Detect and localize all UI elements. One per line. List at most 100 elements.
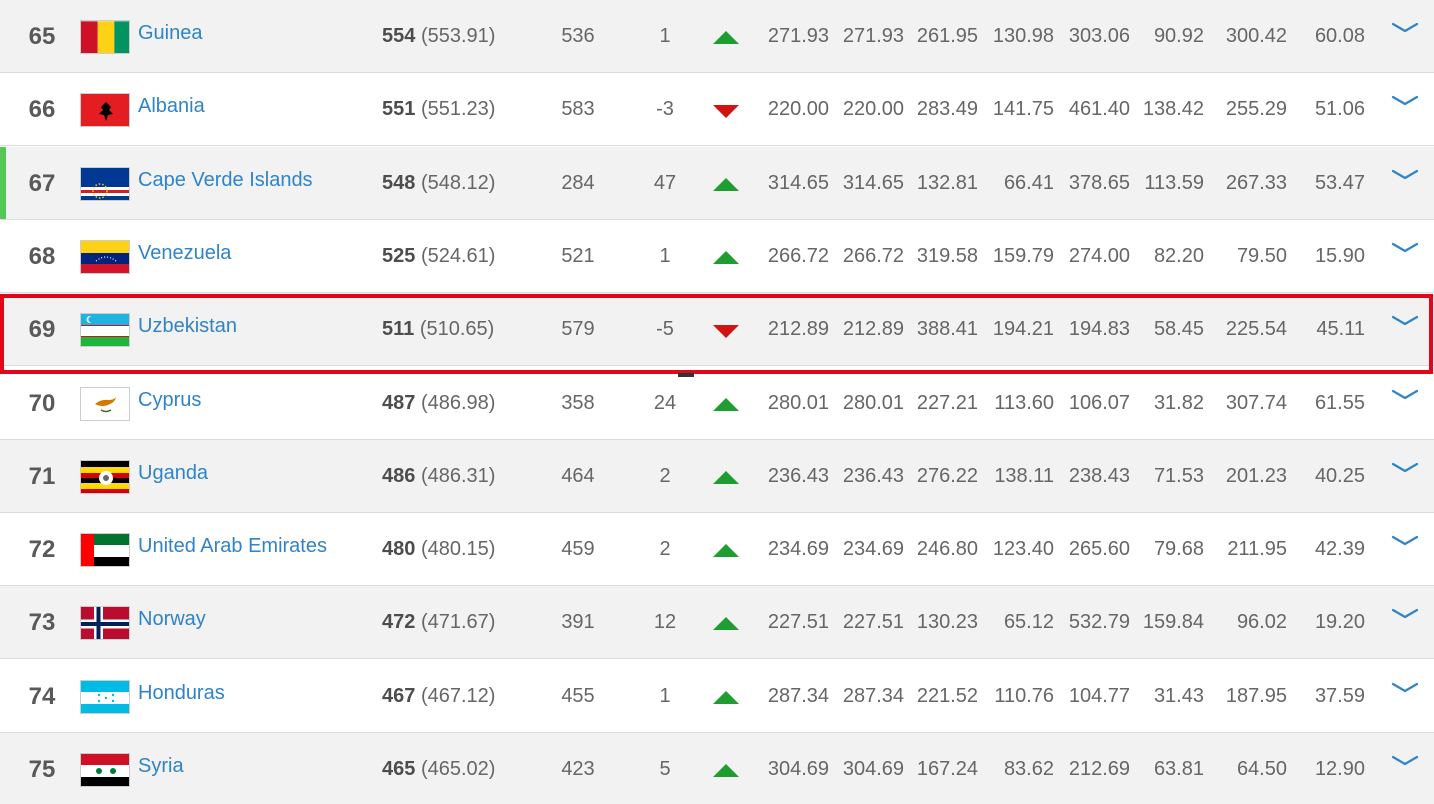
stat-value: 194.21 [992, 318, 1054, 341]
arrow-up-icon [713, 544, 739, 558]
stat-value: 267.33 [1225, 171, 1287, 194]
team-link[interactable]: Uganda [138, 437, 208, 510]
stat-value: 130.23 [916, 611, 978, 634]
flag-icon [80, 606, 130, 641]
stat-value: 227.51 [767, 611, 829, 634]
previous-points: 464 [561, 464, 595, 487]
chevron-down-icon[interactable] [1390, 18, 1420, 38]
previous-points: 579 [561, 318, 595, 341]
table-row[interactable]: 72 United Arab Emirates 480 (480.15) 459 2 23… [0, 510, 1434, 587]
stat-value: 113.60 [994, 391, 1054, 414]
team-link[interactable]: United Arab Emirates [138, 510, 327, 583]
team-link[interactable]: Uzbekistan [138, 290, 237, 363]
arrow-down-icon [713, 105, 739, 119]
chevron-down-icon[interactable] [1390, 751, 1420, 771]
rank: 75 [28, 756, 56, 783]
stat-value: 64.50 [1236, 758, 1287, 780]
rank: 70 [28, 389, 56, 417]
team-link[interactable]: Cape Verde Islands [138, 144, 313, 217]
table-row[interactable]: 71 Uganda 486 (486.31) 464 2 236.43 236.43 276.… [0, 437, 1434, 513]
previous-points: 284 [561, 171, 595, 194]
stat-value: 234.69 [842, 538, 904, 561]
stat-value: 130.98 [992, 25, 1054, 47]
chevron-down-icon[interactable] [1390, 311, 1420, 331]
stat-value: 280.01 [842, 391, 904, 414]
rank-movement: 2 [659, 538, 671, 561]
rank: 69 [28, 316, 56, 344]
stat-value: 314.65 [767, 171, 829, 194]
table-row[interactable]: 70 Cyprus 487 (486.98) 358 24 280.01 280.01 227… [0, 364, 1434, 440]
stat-value: 42.39 [1314, 538, 1365, 561]
team-link[interactable]: Honduras [138, 657, 225, 730]
arrow-up-icon [713, 764, 739, 777]
team-link[interactable]: Cyprus [138, 364, 201, 437]
flag-icon [80, 459, 130, 494]
table-row[interactable]: 68 Venezuela 525 (524.61) 521 1 266.72 266.72 3… [0, 217, 1434, 293]
chevron-down-icon[interactable] [1390, 165, 1420, 185]
stat-value: 227.51 [842, 611, 904, 634]
stat-value: 461.40 [1068, 98, 1130, 121]
chevron-down-icon[interactable] [1390, 385, 1420, 405]
chevron-down-icon[interactable] [1390, 91, 1420, 111]
table-row[interactable]: 75 Syria 465 (465.02) 423 5 304.69 304.69 167.2… [0, 733, 1434, 804]
team-link[interactable]: Guinea [138, 0, 203, 70]
rank-movement: 1 [659, 684, 671, 707]
points-exact: (480.15) [420, 538, 496, 561]
chevron-down-icon[interactable] [1390, 531, 1420, 551]
rank: 74 [28, 682, 56, 710]
stat-value: 246.80 [916, 538, 978, 561]
previous-points: 423 [561, 758, 595, 780]
stat-value: 212.69 [1068, 758, 1130, 780]
points-exact: (510.65) [419, 318, 495, 341]
total-points: 511 (510.65) [382, 293, 494, 366]
table-row[interactable]: 74 Honduras 467 (467.12) 455 1 287.34 287.34 22… [0, 657, 1434, 733]
table-row[interactable]: 65 Guinea 554 (553.91) 536 1 271.93 271.93 261.… [0, 0, 1434, 73]
chevron-down-icon[interactable] [1390, 678, 1420, 698]
total-points: 467 (467.12) [382, 660, 495, 733]
stat-value: 141.75 [992, 98, 1054, 121]
table-row[interactable]: 73 Norway 472 (471.67) 391 12 227.51 227.51 130… [0, 583, 1434, 660]
team-link[interactable]: Albania [138, 70, 205, 143]
stat-value: 194.83 [1068, 318, 1130, 341]
stat-value: 31.43 [1153, 684, 1204, 707]
stat-value: 132.81 [916, 171, 978, 194]
stat-value: 532.79 [1068, 611, 1130, 634]
points-exact: (465.02) [420, 758, 496, 780]
rank: 67 [28, 169, 56, 197]
team-link[interactable]: Venezuela [138, 217, 231, 290]
stat-value: 236.43 [842, 464, 904, 487]
team-link[interactable]: Norway [138, 583, 206, 656]
stat-value: 378.65 [1068, 171, 1130, 194]
table-row[interactable]: 67 Cape Verde Islands 548 (548.12) 284 47 314… [0, 144, 1434, 220]
chevron-down-icon[interactable] [1390, 238, 1420, 258]
chevron-down-icon[interactable] [1390, 604, 1420, 624]
stat-value: 211.95 [1227, 538, 1287, 561]
arrow-down-icon [713, 325, 739, 339]
stat-value: 61.55 [1314, 391, 1365, 414]
stat-value: 261.95 [916, 25, 978, 47]
total-points: 472 (471.67) [382, 586, 495, 659]
stat-value: 79.50 [1236, 244, 1287, 267]
total-points: 486 (486.31) [382, 440, 495, 513]
points-rounded: 554 [382, 25, 416, 47]
chevron-down-icon[interactable] [1390, 458, 1420, 478]
stat-value: 266.72 [842, 244, 904, 267]
team-link[interactable]: Syria [138, 730, 184, 803]
points-rounded: 525 [382, 244, 416, 267]
stat-value: 106.07 [1068, 391, 1130, 414]
rank-movement: 1 [659, 244, 671, 267]
table-row[interactable]: 69 Uzbekistan 511 (510.65) 579 -5 212.89 212.8… [0, 290, 1434, 367]
points-exact: (548.12) [420, 171, 496, 194]
total-points: 525 (524.61) [382, 220, 495, 293]
points-rounded: 511 [382, 318, 415, 341]
stat-value: 227.21 [916, 391, 978, 414]
stat-value: 37.59 [1314, 684, 1365, 707]
stat-value: 212.89 [767, 318, 829, 341]
rank: 72 [28, 536, 56, 564]
flag-icon [80, 239, 130, 274]
stat-value: 65.12 [1003, 611, 1054, 634]
flag-icon [80, 20, 130, 54]
table-row[interactable]: 66 Albania 551 (551.23) 583 -3 220.00 220.00 28… [0, 70, 1434, 147]
stat-value: 388.41 [916, 318, 978, 341]
arrow-up-icon [713, 31, 739, 44]
